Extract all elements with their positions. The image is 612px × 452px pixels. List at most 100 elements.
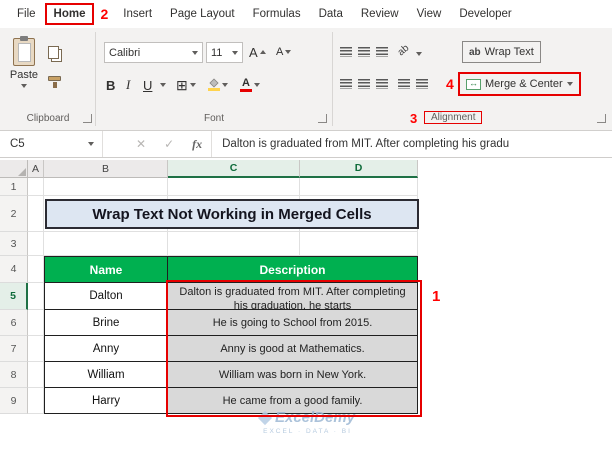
empty-area — [418, 232, 612, 256]
cell-a4[interactable] — [28, 256, 44, 283]
paste-label: Paste — [9, 69, 39, 81]
copy-icon — [48, 45, 59, 59]
cell-c1[interactable] — [168, 178, 300, 196]
italic-button[interactable]: I — [126, 74, 130, 96]
paste-icon — [13, 36, 35, 66]
cell-a7[interactable] — [28, 336, 44, 362]
name-cell[interactable]: Anny — [44, 336, 168, 362]
column-header-d[interactable]: D — [300, 160, 418, 178]
align-center-button[interactable] — [358, 79, 370, 89]
column-header-b[interactable]: B — [44, 160, 168, 178]
row-header-2[interactable]: 2 — [0, 196, 28, 232]
annotation-step-2: 2 — [100, 6, 109, 22]
cell-b3[interactable] — [44, 232, 168, 256]
tab-page-layout[interactable]: Page Layout — [161, 3, 244, 25]
column-header-a[interactable]: A — [28, 160, 44, 178]
row-header-8[interactable]: 8 — [0, 362, 28, 388]
select-all-corner[interactable] — [0, 160, 28, 178]
tab-home[interactable]: Home — [44, 3, 95, 25]
copy-button[interactable] — [48, 42, 70, 62]
font-color-button[interactable]: A — [240, 74, 260, 96]
cell-a2[interactable] — [28, 196, 44, 232]
sheet-title-cell[interactable]: Wrap Text Not Working in Merged Cells — [45, 199, 419, 229]
grid-row-3: 3 — [0, 232, 612, 256]
name-box-dropdown-icon[interactable] — [88, 142, 94, 146]
format-painter-button[interactable] — [48, 68, 70, 88]
row-header-7[interactable]: 7 — [0, 336, 28, 362]
align-right-button[interactable] — [376, 79, 388, 89]
orientation-button[interactable]: ab — [396, 43, 412, 59]
borders-button[interactable]: ⊞ — [176, 74, 196, 96]
formula-input[interactable]: Dalton is graduated from MIT. After comp… — [212, 138, 612, 150]
font-name-value: Calibri — [109, 46, 141, 59]
alignment-dialog-launcher[interactable] — [597, 114, 606, 123]
row-header-9[interactable]: 9 — [0, 388, 28, 414]
shrink-font-icon: A — [276, 46, 284, 58]
clipboard-dialog-launcher[interactable] — [83, 114, 92, 123]
clipboard-group-label: Clipboard — [26, 113, 70, 124]
row-header-1[interactable]: 1 — [0, 178, 28, 196]
cell-b1[interactable] — [44, 178, 168, 196]
font-name-select[interactable]: Calibri — [104, 42, 203, 63]
chevron-down-icon — [21, 84, 27, 88]
grow-font-icon: A — [249, 44, 258, 60]
cell-a6[interactable] — [28, 310, 44, 336]
tab-formulas[interactable]: Formulas — [244, 3, 310, 25]
row-header-5[interactable]: 5 — [0, 283, 28, 310]
paste-button[interactable]: Paste — [6, 36, 42, 112]
underline-button[interactable]: U — [143, 74, 152, 96]
column-headers: A B C D — [28, 160, 418, 178]
enter-button[interactable]: ✓ — [155, 137, 183, 151]
wrap-text-button[interactable]: ab Wrap Text — [462, 41, 541, 63]
font-size-select[interactable]: 11 — [206, 42, 243, 63]
font-dialog-launcher[interactable] — [318, 114, 327, 123]
cell-a1[interactable] — [28, 178, 44, 196]
name-cell[interactable]: William — [44, 362, 168, 388]
align-top-button[interactable] — [340, 47, 352, 57]
row-header-6[interactable]: 6 — [0, 310, 28, 336]
tab-data[interactable]: Data — [310, 3, 352, 25]
increase-font-size-button[interactable]: A — [249, 41, 266, 63]
name-cell[interactable]: Dalton — [44, 283, 168, 310]
annotation-range-box — [166, 280, 422, 417]
row-header-4[interactable]: 4 — [0, 256, 28, 283]
cell-a9[interactable] — [28, 388, 44, 414]
chevron-down-icon — [254, 83, 260, 87]
name-cell[interactable]: Brine — [44, 310, 168, 336]
wrap-text-label: Wrap Text — [484, 46, 534, 58]
cell-d1[interactable] — [300, 178, 418, 196]
tab-developer[interactable]: Developer — [450, 3, 520, 25]
column-header-c[interactable]: C — [168, 160, 300, 178]
cell-c3[interactable] — [168, 232, 300, 256]
cell-a3[interactable] — [28, 232, 44, 256]
decrease-font-size-button[interactable]: A — [276, 41, 292, 63]
increase-indent-button[interactable] — [416, 79, 428, 89]
tab-review[interactable]: Review — [352, 3, 408, 25]
description-column-header-cell[interactable]: Description — [168, 256, 418, 283]
row-header-3[interactable]: 3 — [0, 232, 28, 256]
chevron-up-icon — [259, 50, 266, 54]
tab-view[interactable]: View — [408, 3, 451, 25]
cell-a8[interactable] — [28, 362, 44, 388]
merge-and-center-button[interactable]: Merge & Center — [458, 72, 581, 96]
name-cell[interactable]: Harry — [44, 388, 168, 414]
tab-insert[interactable]: Insert — [114, 3, 161, 25]
fill-color-button[interactable] — [208, 74, 228, 96]
align-left-button[interactable] — [340, 79, 352, 89]
underline-icon: U — [143, 77, 153, 93]
chevron-down-icon — [160, 83, 166, 87]
decrease-indent-button[interactable] — [398, 79, 410, 89]
bold-button[interactable]: B — [106, 74, 115, 96]
cancel-button[interactable]: ✕ — [127, 137, 155, 151]
tab-file[interactable]: File — [8, 3, 45, 25]
name-column-header-cell[interactable]: Name — [44, 256, 168, 283]
cell-d3[interactable] — [300, 232, 418, 256]
align-middle-button[interactable] — [358, 47, 370, 57]
align-bottom-button[interactable] — [376, 47, 388, 57]
empty-area — [418, 388, 612, 414]
insert-function-button[interactable]: fx — [183, 137, 211, 152]
name-box[interactable]: C5 — [0, 138, 88, 150]
cell-a5[interactable] — [28, 283, 44, 310]
orientation-icon: ab — [395, 42, 412, 59]
empty-area — [418, 283, 612, 310]
